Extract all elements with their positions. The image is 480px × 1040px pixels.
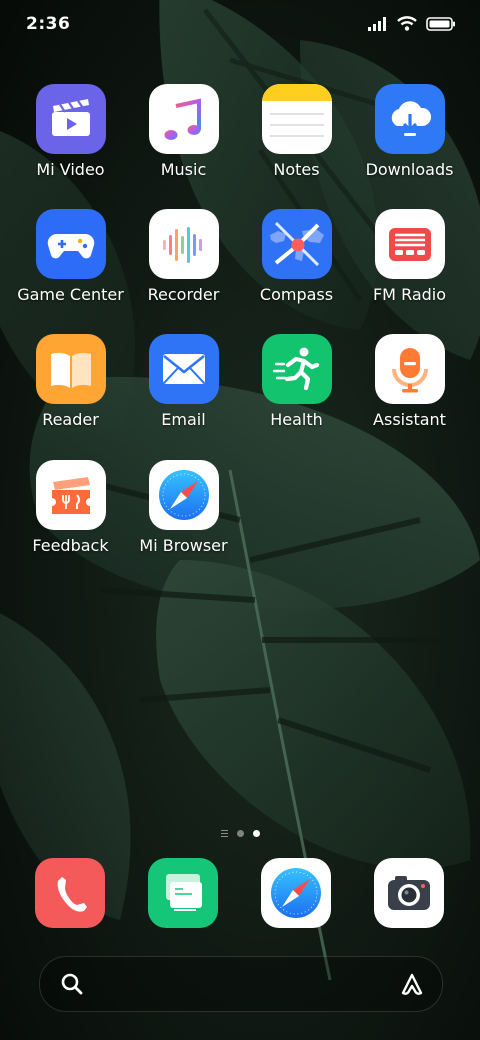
- app-mi-browser[interactable]: Mi Browser: [127, 460, 240, 556]
- compass-icon: [261, 209, 332, 279]
- notes-icon: [261, 84, 332, 154]
- app-recorder[interactable]: Recorder: [127, 209, 240, 305]
- app-downloads[interactable]: Downloads: [353, 84, 466, 180]
- app-label: Notes: [273, 160, 320, 179]
- status-icons: [368, 16, 456, 35]
- assistant-icon: [374, 334, 445, 404]
- app-label: Health: [270, 410, 323, 429]
- app-reader[interactable]: Reader: [14, 334, 127, 430]
- app-feedback[interactable]: Feedback: [14, 460, 127, 556]
- app-notes[interactable]: Notes: [240, 84, 353, 180]
- reader-icon: [35, 334, 106, 404]
- fm-radio-icon: [374, 209, 445, 279]
- app-music[interactable]: Music: [127, 84, 240, 180]
- phone-icon[interactable]: [35, 858, 105, 928]
- email-icon: [148, 334, 219, 404]
- app-label: Assistant: [373, 410, 446, 429]
- browser-icon[interactable]: [261, 858, 331, 928]
- app-label: Reader: [42, 410, 99, 429]
- app-label: Mi Browser: [139, 536, 228, 555]
- page-indicator[interactable]: [0, 830, 480, 837]
- page-dot: [236, 830, 244, 837]
- app-label: Email: [161, 410, 206, 429]
- app-label: Recorder: [147, 285, 220, 304]
- status-bar: 2:36: [0, 0, 480, 50]
- app-label: Music: [160, 160, 207, 179]
- music-icon: [148, 84, 219, 154]
- mi-video-icon: [35, 84, 106, 154]
- status-time: 2:36: [26, 14, 71, 34]
- app-label: Feedback: [32, 536, 109, 555]
- feedback-icon: [35, 460, 106, 530]
- downloads-icon: [374, 84, 445, 154]
- dock: [0, 858, 480, 930]
- app-label: Game Center: [17, 285, 124, 304]
- health-icon: [261, 334, 332, 404]
- app-assistant[interactable]: Assistant: [353, 334, 466, 430]
- wifi-icon: [397, 16, 417, 35]
- assistant-a-icon[interactable]: [398, 970, 426, 1002]
- game-center-icon: [35, 209, 106, 279]
- app-label: Downloads: [365, 160, 454, 179]
- app-label: Compass: [259, 285, 334, 304]
- app-fm-radio[interactable]: FM Radio: [353, 209, 466, 305]
- app-health[interactable]: Health: [240, 334, 353, 430]
- app-list-indicator-icon: [220, 830, 228, 837]
- search-bar[interactable]: [39, 956, 443, 1012]
- app-label: Mi Video: [36, 160, 105, 179]
- search-icon[interactable]: [60, 972, 84, 1000]
- app-game-center[interactable]: Game Center: [14, 209, 127, 305]
- recorder-icon: [148, 209, 219, 279]
- camera-icon[interactable]: [374, 858, 444, 928]
- app-label: FM Radio: [372, 285, 447, 304]
- app-mi-video[interactable]: Mi Video: [14, 84, 127, 180]
- page-dot-active: [252, 830, 260, 837]
- battery-icon: [426, 16, 456, 35]
- app-email[interactable]: Email: [127, 334, 240, 430]
- signal-icon: [368, 16, 388, 35]
- messaging-icon[interactable]: [148, 858, 218, 928]
- app-compass[interactable]: Compass: [240, 209, 353, 305]
- mi-browser-icon: [148, 460, 219, 530]
